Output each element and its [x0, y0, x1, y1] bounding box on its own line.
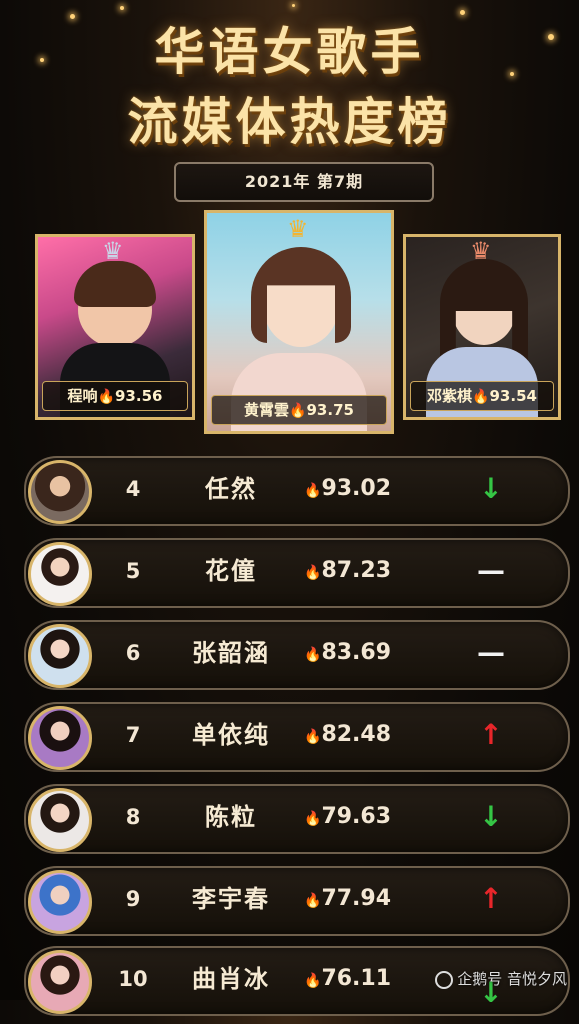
singer-name: 黄霄雲 [244, 401, 290, 419]
avatar [28, 870, 92, 934]
podium-label: 邓紫棋🔥93.54 [410, 381, 554, 411]
fire-icon: 🔥 [304, 973, 322, 989]
ranking-row[interactable]: 5 花僮 🔥87.23 — [24, 538, 570, 608]
heat-score: 93.75 [306, 401, 354, 419]
fire-icon: 🔥 [97, 389, 115, 405]
crown-icon: ♛ [102, 237, 124, 265]
sparkle [292, 4, 295, 7]
podium-card-1[interactable]: ♛ 黄霄雲🔥93.75 [204, 210, 394, 434]
dash-icon: — [477, 636, 505, 669]
heat-score: 🔥77.94 [304, 886, 392, 911]
podium-card-2[interactable]: ♛ 程响🔥93.56 [35, 234, 195, 420]
arrow-down-icon: ↓ [479, 472, 503, 505]
avatar [28, 788, 92, 852]
rank-number: 7 [125, 723, 141, 747]
avatar [28, 706, 92, 770]
heat-score: 🔥87.23 [304, 558, 392, 583]
rank-number: 4 [125, 477, 141, 501]
podium-label: 黄霄雲🔥93.75 [211, 395, 387, 425]
singer-name: 任然 [205, 475, 257, 503]
heat-score: 🔥93.02 [304, 476, 392, 501]
singer-name: 曲肖冰 [192, 965, 270, 993]
heat-score: 93.56 [115, 387, 163, 405]
singer-name: 单依纯 [192, 721, 270, 749]
arrow-up-icon: ↑ [479, 882, 503, 915]
ranking-row[interactable]: 8 陈粒 🔥79.63 ↓ [24, 784, 570, 854]
fire-icon: 🔥 [472, 389, 490, 405]
podium-card-3[interactable]: ♛ 邓紫棋🔥93.54 [403, 234, 561, 420]
fire-icon: 🔥 [304, 565, 322, 581]
heat-score: 🔥82.48 [304, 722, 392, 747]
avatar [28, 624, 92, 688]
singer-name: 张韶涵 [192, 639, 270, 667]
fire-icon: 🔥 [304, 811, 322, 827]
singer-name: 程响 [67, 387, 98, 405]
avatar [28, 542, 92, 606]
rank-number: 9 [125, 887, 141, 911]
period-badge: 2021年 第7期 [174, 162, 434, 202]
crown-icon: ♛ [287, 215, 309, 243]
singer-name: 李宇春 [192, 885, 270, 913]
heat-score: 🔥83.69 [304, 640, 392, 665]
podium-label: 程响🔥93.56 [42, 381, 188, 411]
heat-score: 🔥76.11 [304, 966, 392, 991]
page-title-line2: 流媒体热度榜 [127, 93, 452, 151]
penguin-logo-icon [435, 970, 454, 989]
avatar [28, 460, 92, 524]
watermark: 企鹅号 音悦夕风 [435, 968, 567, 989]
page-title-line1: 华语女歌手 [154, 23, 425, 81]
fire-icon: 🔥 [304, 729, 322, 745]
ranking-row[interactable]: 9 李宇春 🔥77.94 ↑ [24, 866, 570, 936]
heat-score: 🔥79.63 [304, 804, 392, 829]
rank-number: 8 [125, 805, 141, 829]
fire-icon: 🔥 [289, 403, 307, 419]
ranking-row[interactable]: 6 张韶涵 🔥83.69 — [24, 620, 570, 690]
ranking-row[interactable]: 4 任然 🔥93.02 ↓ [24, 456, 570, 526]
singer-name: 邓紫棋 [427, 387, 473, 405]
hair-shape [74, 261, 156, 307]
heat-score: 93.54 [489, 387, 537, 405]
fire-icon: 🔥 [304, 893, 322, 909]
fire-icon: 🔥 [304, 483, 322, 499]
rank-number: 6 [125, 641, 141, 665]
ranking-row[interactable]: 7 单依纯 🔥82.48 ↑ [24, 702, 570, 772]
arrow-down-icon: ↓ [479, 800, 503, 833]
rank-number: 5 [125, 559, 141, 583]
avatar [28, 950, 92, 1014]
dash-icon: — [477, 554, 505, 587]
sparkle [120, 6, 124, 10]
crown-icon: ♛ [470, 237, 492, 265]
singer-name: 陈粒 [205, 803, 257, 831]
fire-icon: 🔥 [304, 647, 322, 663]
rank-number: 10 [118, 967, 148, 991]
arrow-up-icon: ↑ [479, 718, 503, 751]
singer-name: 花僮 [205, 557, 257, 585]
